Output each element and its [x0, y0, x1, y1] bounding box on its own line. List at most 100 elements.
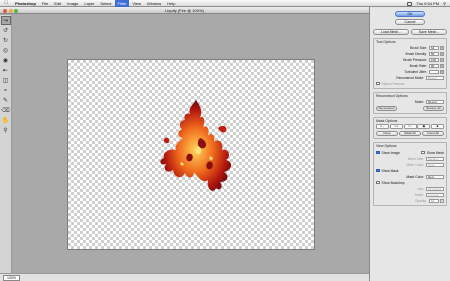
mesh-size-select[interactable]: Medium: [426, 156, 444, 161]
restore-all-button[interactable]: Restore All: [423, 106, 444, 111]
status-bar: 100%: [0, 273, 369, 281]
backdrop-opacity-label: Opacity:: [414, 198, 427, 203]
stylus-pressure-label: Stylus Pressure: [381, 81, 405, 86]
backdrop-mode-select[interactable]: In Front: [426, 192, 444, 197]
mirror-tool-icon[interactable]: ◫: [1, 76, 11, 85]
turbulence-tool-icon[interactable]: ≈: [1, 86, 11, 95]
reconstruct-mode-label: Mode:: [414, 99, 424, 104]
stylus-pressure-checkbox[interactable]: [376, 81, 380, 86]
reconstruct-options-group: Reconstruct Options Mode: Revert Reconstr…: [373, 92, 447, 114]
menu-item-filter[interactable]: Filter: [114, 0, 130, 7]
push-left-tool-icon[interactable]: ⇤: [1, 66, 11, 75]
clock[interactable]: Thu 9:54 PM: [416, 1, 439, 6]
invert-all-button[interactable]: Invert All: [422, 131, 444, 136]
brush-pressure-label: Brush Pressure:: [403, 57, 427, 62]
cancel-button[interactable]: Cancel: [395, 19, 425, 25]
window-title: Liquify (Fire @ 100%): [165, 8, 204, 13]
apple-icon[interactable]: : [0, 0, 12, 6]
turbulent-jitter-label: Turbulent Jitter:: [404, 69, 427, 74]
chevron-down-icon[interactable]: ▾: [440, 57, 444, 62]
image-canvas[interactable]: [68, 60, 314, 249]
fire-image: [160, 100, 232, 191]
menu-item-edit[interactable]: Edit: [51, 0, 64, 7]
brush-pressure-input[interactable]: 100: [429, 57, 439, 62]
hand-tool-icon[interactable]: ✋: [1, 116, 11, 125]
spotlight-icon[interactable]: ⚲: [443, 1, 446, 6]
menu-extras: Thu 9:54 PM ⚲: [403, 0, 446, 7]
subtract-from-selection-icon[interactable]: □−: [403, 124, 417, 129]
reconstruct-button[interactable]: Reconstruct: [376, 106, 397, 111]
mesh-size-label: Mesh Size:: [407, 156, 424, 161]
liquify-options-panel: OK Cancel Load Mesh... Save Mesh... Tool…: [369, 7, 450, 281]
save-mesh-button[interactable]: Save Mesh...: [411, 29, 447, 35]
add-to-selection-icon[interactable]: □+: [389, 124, 403, 129]
mask-all-button[interactable]: Mask All: [399, 131, 421, 136]
battery-icon[interactable]: [407, 1, 413, 6]
replace-selection-icon[interactable]: □→: [376, 124, 389, 129]
chevron-down-icon[interactable]: ▾: [440, 51, 444, 56]
chevron-down-icon[interactable]: ▾: [440, 45, 444, 50]
turbulent-jitter-input[interactable]: [429, 69, 439, 74]
intersect-selection-icon[interactable]: ▣: [417, 124, 431, 129]
show-mesh-label: Show Mesh: [426, 150, 444, 155]
show-mesh-checkbox[interactable]: [421, 150, 425, 155]
window-controls: [3, 8, 20, 13]
mask-color-label: Mask Color:: [406, 174, 424, 179]
reconstruct-tool-icon[interactable]: ↺: [1, 26, 11, 35]
menu-item-layer[interactable]: Layer: [81, 0, 97, 7]
brush-rate-label: Brush Rate:: [409, 63, 427, 68]
pucker-tool-icon[interactable]: ◎: [1, 46, 11, 55]
reconstruct-options-title: Reconstruct Options: [376, 94, 408, 98]
mesh-color-select[interactable]: Gray: [426, 162, 444, 167]
backdrop-opacity-input[interactable]: 50: [429, 198, 439, 203]
view-options-title: View Options: [376, 144, 397, 148]
show-backdrop-checkbox[interactable]: [376, 180, 380, 185]
liquify-window: Liquify (Fire @ 100%) ↝ ↺ ↻ ◎ ◉ ⇤ ◫ ≈ ✎ …: [0, 7, 369, 281]
reconstruct-mode-label: Reconstruct Mode:: [396, 75, 424, 80]
ok-button[interactable]: OK: [395, 11, 425, 17]
tool-options-group: Tool Options Brush Size: 64 ▾ Brush Densit…: [373, 38, 447, 89]
menu-item-image[interactable]: Image: [64, 0, 81, 7]
twirl-clockwise-tool-icon[interactable]: ↻: [1, 36, 11, 45]
minimize-icon[interactable]: [8, 8, 13, 13]
load-mesh-button[interactable]: Load Mesh...: [373, 29, 409, 35]
menu-item-file[interactable]: File: [39, 0, 51, 7]
menu-item-window[interactable]: Window: [144, 0, 164, 7]
mask-color-select[interactable]: Red: [426, 174, 444, 179]
brush-density-input[interactable]: 50: [429, 51, 439, 56]
show-backdrop-label: Show Backdrop: [381, 180, 405, 185]
thaw-mask-tool-icon[interactable]: ⌫: [1, 106, 11, 115]
show-mask-checkbox[interactable]: [376, 168, 380, 173]
reconstruct-mode-select[interactable]: Revert: [426, 75, 444, 80]
freeze-mask-tool-icon[interactable]: ✎: [1, 96, 11, 105]
show-image-label: Show Image: [381, 150, 400, 155]
liquify-toolbar: ↝ ↺ ↻ ◎ ◉ ⇤ ◫ ≈ ✎ ⌫ ✋ ⚲: [0, 15, 12, 281]
menu-item-help[interactable]: Help: [164, 0, 178, 7]
mask-options-group: Mask Options □→ □+ □− ▣ ■ None Mask All …: [373, 117, 447, 139]
zoom-icon[interactable]: [14, 8, 18, 13]
backdrop-mode-label: Mode:: [414, 192, 424, 197]
menu-app-name[interactable]: Photoshop: [12, 0, 39, 7]
show-image-checkbox[interactable]: [376, 150, 380, 155]
brush-size-label: Brush Size:: [410, 45, 427, 50]
forward-warp-tool-icon[interactable]: ↝: [0, 16, 11, 25]
menu-item-select[interactable]: Select: [97, 0, 114, 7]
invert-selection-icon[interactable]: ■: [431, 124, 444, 129]
brush-rate-input[interactable]: 80: [429, 63, 439, 68]
window-titlebar[interactable]: Liquify (Fire @ 100%): [0, 7, 369, 14]
view-options-group: View Options Show Image Show Mesh Mesh S…: [373, 142, 447, 206]
zoom-tool-icon[interactable]: ⚲: [1, 126, 11, 135]
brush-size-input[interactable]: 64: [429, 45, 439, 50]
close-icon[interactable]: [3, 8, 7, 13]
chevron-down-icon[interactable]: ▾: [440, 198, 444, 203]
chevron-down-icon[interactable]: ▾: [440, 69, 444, 74]
chevron-down-icon[interactable]: ▾: [440, 63, 444, 68]
zoom-level-field[interactable]: 100%: [3, 274, 20, 281]
menu-item-view[interactable]: View: [129, 0, 144, 7]
reconstruct-mode-select[interactable]: Revert: [426, 99, 444, 104]
bloat-tool-icon[interactable]: ◉: [1, 56, 11, 65]
brush-density-label: Brush Density:: [405, 51, 427, 56]
backdrop-use-select[interactable]: All Layers: [426, 186, 444, 191]
menu-items: Photoshop File Edit Image Layer Select Filter V…: [12, 0, 178, 7]
mask-none-button[interactable]: None: [376, 131, 398, 136]
